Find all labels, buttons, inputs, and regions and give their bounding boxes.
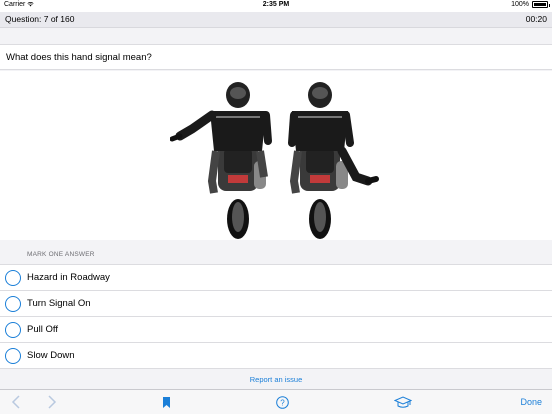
bookmark-button[interactable] — [161, 394, 171, 410]
bottom-toolbar: ? Done — [0, 389, 552, 414]
radio-button[interactable] — [5, 296, 21, 312]
battery-indicator: 100% — [511, 1, 550, 8]
question-circle-icon: ? — [275, 395, 289, 409]
rider-left-illustration — [170, 82, 272, 239]
graduation-cap-icon — [394, 395, 412, 408]
answers-section-header: MARK ONE ANSWER — [0, 240, 552, 264]
question-image — [0, 71, 552, 241]
svg-text:?: ? — [280, 398, 285, 407]
answer-label: Slow Down — [27, 350, 75, 361]
quiz-timer: 00:20 — [525, 14, 547, 24]
rider-right-illustration — [288, 82, 379, 239]
done-button[interactable]: Done — [520, 394, 542, 410]
chevron-left-icon — [11, 395, 20, 409]
quiz-header: Question: 7 of 160 00:20 — [0, 12, 552, 27]
report-issue-link[interactable]: Report an issue — [250, 375, 303, 384]
battery-percent: 100% — [511, 1, 529, 8]
chevron-right-icon — [47, 395, 56, 409]
report-area: Report an issue — [0, 369, 552, 389]
answer-list: Hazard in Roadway Turn Signal On Pull Of… — [0, 264, 552, 369]
answer-option-pull-off[interactable]: Pull Off — [0, 317, 552, 343]
radio-button[interactable] — [5, 348, 21, 364]
bookmark-icon — [162, 396, 170, 408]
answers-section-label: MARK ONE ANSWER — [27, 251, 95, 258]
question-card: What does this hand signal mean? — [0, 44, 552, 70]
forward-button[interactable] — [45, 394, 59, 410]
answer-option-slow-down[interactable]: Slow Down — [0, 343, 552, 369]
motorcycle-hand-signal-illustration — [170, 82, 379, 239]
study-button[interactable] — [394, 394, 412, 410]
status-bar: Carrier 2:35 PM 100% — [0, 0, 552, 12]
radio-button[interactable] — [5, 322, 21, 338]
answer-option-hazard-in-roadway[interactable]: Hazard in Roadway — [0, 265, 552, 291]
back-button[interactable] — [8, 394, 22, 410]
battery-fill — [534, 3, 546, 6]
answer-label: Pull Off — [27, 324, 58, 335]
question-area: What does this hand signal mean? — [0, 27, 552, 241]
question-counter: Question: 7 of 160 — [5, 14, 75, 24]
answer-option-turn-signal-on[interactable]: Turn Signal On — [0, 291, 552, 317]
answer-label: Hazard in Roadway — [27, 272, 110, 283]
question-text: What does this hand signal mean? — [6, 52, 152, 63]
answer-label: Turn Signal On — [27, 298, 91, 309]
help-button[interactable]: ? — [274, 394, 290, 410]
status-time: 2:35 PM — [262, 1, 290, 8]
battery-icon — [532, 1, 550, 8]
radio-button[interactable] — [5, 270, 21, 286]
